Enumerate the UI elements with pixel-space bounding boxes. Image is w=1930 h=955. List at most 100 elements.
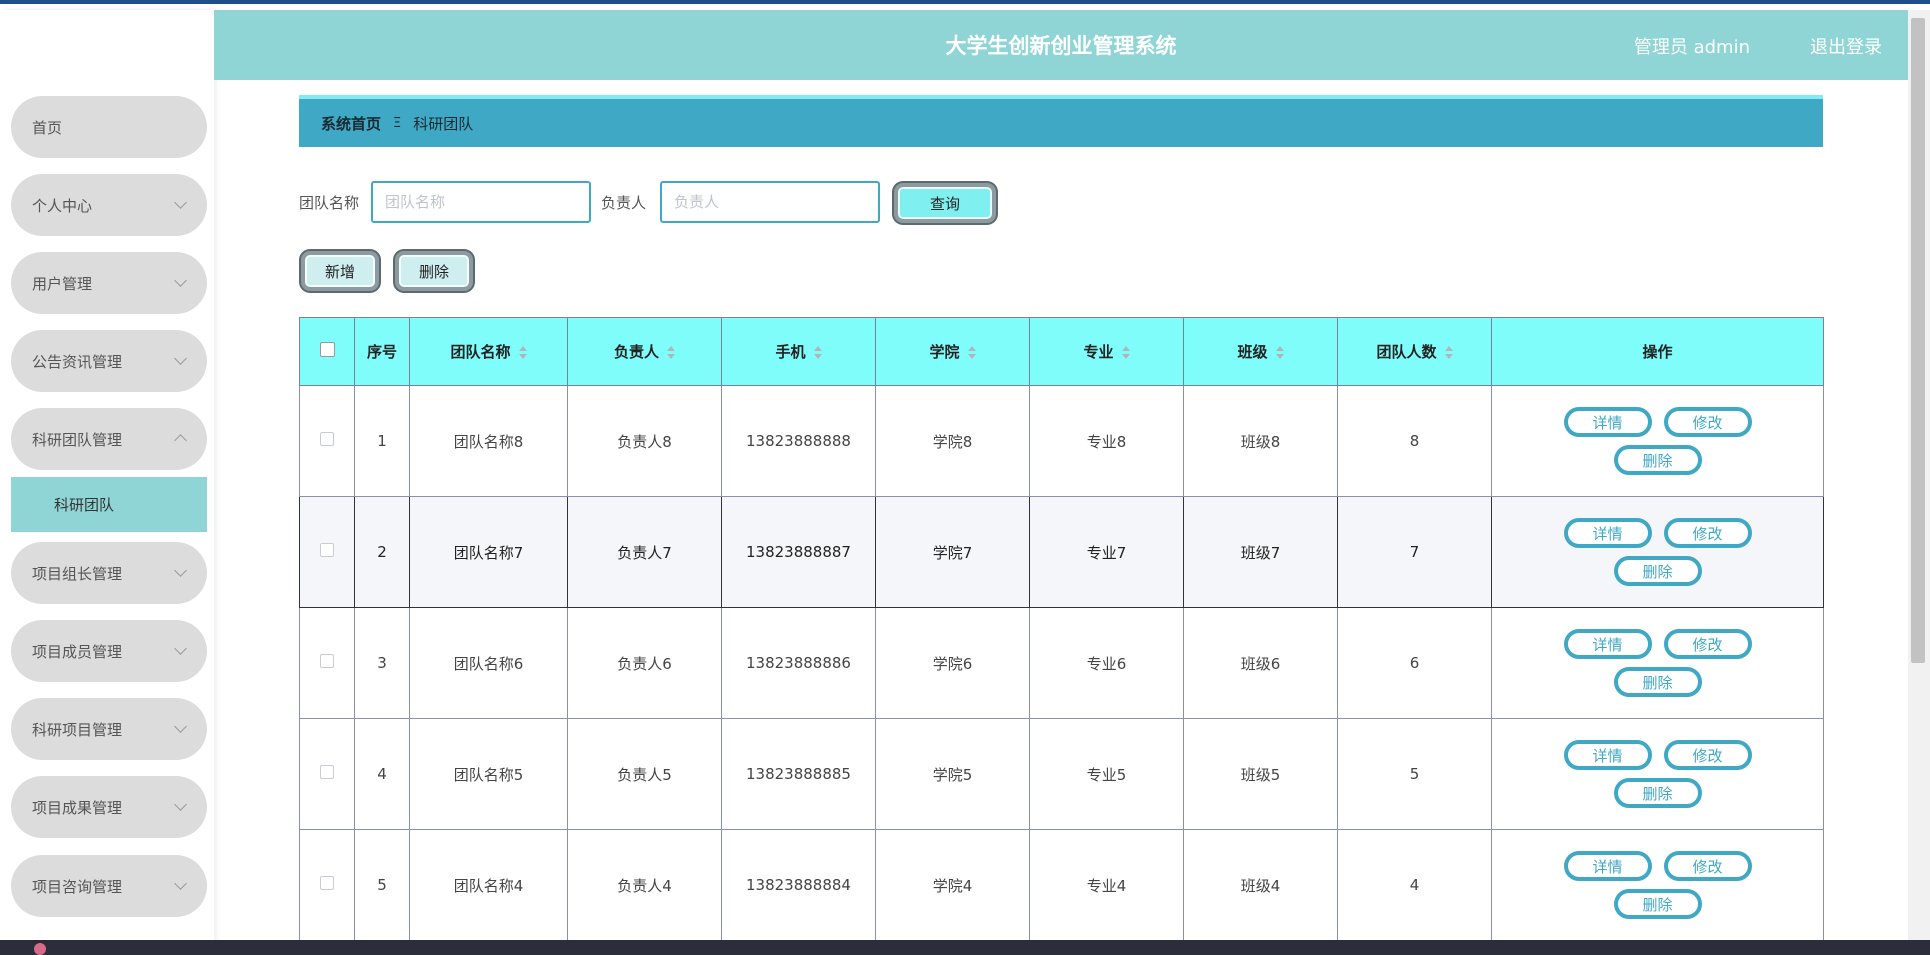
row-checkbox[interactable]: [320, 765, 334, 779]
team-name-label: 团队名称: [299, 194, 360, 212]
sort-icon[interactable]: [967, 345, 976, 360]
column-header-class[interactable]: 班级: [1183, 317, 1338, 386]
taskbar-app-icon[interactable]: [34, 943, 46, 955]
sidebar-item-label: 用户管理: [32, 274, 93, 293]
team-name-input[interactable]: [371, 181, 591, 223]
sidebar-item-home[interactable]: 首页: [11, 96, 207, 158]
cell-actions: 详情 修改 删除: [1491, 829, 1824, 940]
column-header-team-size[interactable]: 团队人数: [1337, 317, 1492, 386]
edit-button[interactable]: 修改: [1663, 518, 1752, 548]
column-header-team-name[interactable]: 团队名称: [409, 317, 568, 386]
sidebar-item-research-team-management[interactable]: 科研团队管理: [11, 408, 207, 470]
delete-button[interactable]: 删除: [1613, 445, 1702, 475]
leader-input[interactable]: [660, 181, 880, 223]
delete-button[interactable]: 删除: [1613, 889, 1702, 919]
leader-label: 负责人: [601, 194, 647, 212]
sidebar-item-label: 项目成员管理: [32, 642, 123, 661]
column-header-label: 班级: [1237, 343, 1268, 361]
detail-button[interactable]: 详情: [1563, 629, 1652, 659]
sidebar-item-label: 科研团队管理: [32, 430, 123, 449]
column-header-college[interactable]: 学院: [875, 317, 1030, 386]
cell-team-size: 7: [1337, 496, 1492, 608]
cell-phone: 13823888885: [721, 718, 876, 830]
cell-team-name: 团队名称8: [409, 385, 568, 497]
sidebar-item-user-management[interactable]: 用户管理: [11, 252, 207, 314]
row-checkbox[interactable]: [320, 654, 334, 668]
chevron-down-icon: [174, 720, 187, 733]
chevron-down-icon: [174, 642, 187, 655]
cell-leader: 负责人8: [567, 385, 722, 497]
sidebar-item-label: 项目成果管理: [32, 798, 123, 817]
sidebar-subitem-research-team[interactable]: 科研团队: [11, 477, 207, 532]
edit-button[interactable]: 修改: [1663, 851, 1752, 881]
query-button[interactable]: 查询: [894, 183, 996, 223]
cell-class: 班级6: [1183, 607, 1338, 719]
table-row: 5 团队名称4 负责人4 13823888884 学院4 专业4 班级4 4 详…: [299, 829, 1824, 940]
chevron-down-icon: [174, 196, 187, 209]
breadcrumb-home[interactable]: 系统首页: [321, 113, 381, 134]
column-header-major[interactable]: 专业: [1029, 317, 1184, 386]
sidebar-item-project-leader-management[interactable]: 项目组长管理: [11, 542, 207, 604]
column-header-label: 团队人数: [1376, 343, 1437, 361]
sort-icon[interactable]: [813, 345, 822, 360]
cell-team-name: 团队名称7: [409, 496, 568, 608]
delete-button[interactable]: 删除: [1613, 556, 1702, 586]
detail-button[interactable]: 详情: [1563, 407, 1652, 437]
delete-button[interactable]: 删除: [1613, 778, 1702, 808]
chevron-down-icon: [174, 352, 187, 365]
batch-delete-button[interactable]: 删除: [395, 251, 473, 291]
cell-class: 班级8: [1183, 385, 1338, 497]
column-header-phone[interactable]: 手机: [721, 317, 876, 386]
sidebar: 首页 个人中心 用户管理 公告资讯管理 科研团队管理 科研团队 项目组长管理 项…: [0, 10, 214, 940]
breadcrumb-current: 科研团队: [413, 114, 474, 133]
page-scrollbar-thumb[interactable]: [1911, 18, 1925, 663]
sidebar-item-project-consult-management[interactable]: 项目咨询管理: [11, 855, 207, 917]
cell-no: 2: [354, 496, 410, 608]
add-button[interactable]: 新增: [301, 251, 379, 291]
cell-actions: 详情 修改 删除: [1491, 496, 1824, 608]
taskbar-strip: [0, 940, 1930, 950]
detail-button[interactable]: 详情: [1563, 518, 1652, 548]
chevron-down-icon: [174, 877, 187, 890]
column-header-leader[interactable]: 负责人: [567, 317, 722, 386]
row-select-cell: [299, 607, 355, 719]
edit-button[interactable]: 修改: [1663, 407, 1752, 437]
edit-button[interactable]: 修改: [1663, 629, 1752, 659]
row-checkbox[interactable]: [320, 543, 334, 557]
sidebar-item-project-result-management[interactable]: 项目成果管理: [11, 776, 207, 838]
detail-button[interactable]: 详情: [1563, 851, 1652, 881]
sort-icon[interactable]: [518, 345, 527, 360]
select-all-checkbox[interactable]: [319, 342, 335, 357]
sort-icon[interactable]: [667, 345, 675, 360]
row-checkbox[interactable]: [320, 432, 334, 446]
sort-icon[interactable]: [1275, 345, 1284, 360]
column-header-label: 操作: [1642, 343, 1673, 361]
sidebar-item-announcement-management[interactable]: 公告资讯管理: [11, 330, 207, 392]
cell-no: 4: [354, 718, 410, 830]
cell-leader: 负责人6: [567, 607, 722, 719]
column-header-no: 序号: [354, 317, 410, 386]
row-select-cell: [299, 385, 355, 497]
current-user: 管理员 admin: [1633, 37, 1750, 58]
cell-leader: 负责人5: [567, 718, 722, 830]
breadcrumb-separator-icon: Ξ: [393, 115, 402, 131]
sidebar-item-personal-center[interactable]: 个人中心: [11, 174, 207, 236]
table-row: 1 团队名称8 负责人8 13823888888 学院8 专业8 班级8 8 详…: [299, 385, 1824, 497]
column-header-label: 负责人: [613, 343, 659, 361]
delete-button[interactable]: 删除: [1613, 667, 1702, 697]
chevron-up-icon: [174, 434, 187, 447]
sort-icon[interactable]: [1444, 345, 1453, 360]
sidebar-item-label: 首页: [32, 118, 63, 137]
row-checkbox[interactable]: [320, 876, 334, 890]
logout-link[interactable]: 退出登录: [1810, 33, 1882, 59]
cell-college: 学院6: [875, 607, 1030, 719]
chevron-down-icon: [174, 274, 187, 287]
detail-button[interactable]: 详情: [1563, 740, 1652, 770]
sort-icon[interactable]: [1121, 345, 1130, 360]
cell-leader: 负责人7: [567, 496, 722, 608]
research-team-table: 序号 团队名称 负责人 手机 学院 专业 班级 团队人数 操作 1 团队名称8 …: [299, 317, 1824, 940]
edit-button[interactable]: 修改: [1663, 740, 1752, 770]
cell-team-name: 团队名称5: [409, 718, 568, 830]
sidebar-item-research-project-management[interactable]: 科研项目管理: [11, 698, 207, 760]
sidebar-item-project-member-management[interactable]: 项目成员管理: [11, 620, 207, 682]
